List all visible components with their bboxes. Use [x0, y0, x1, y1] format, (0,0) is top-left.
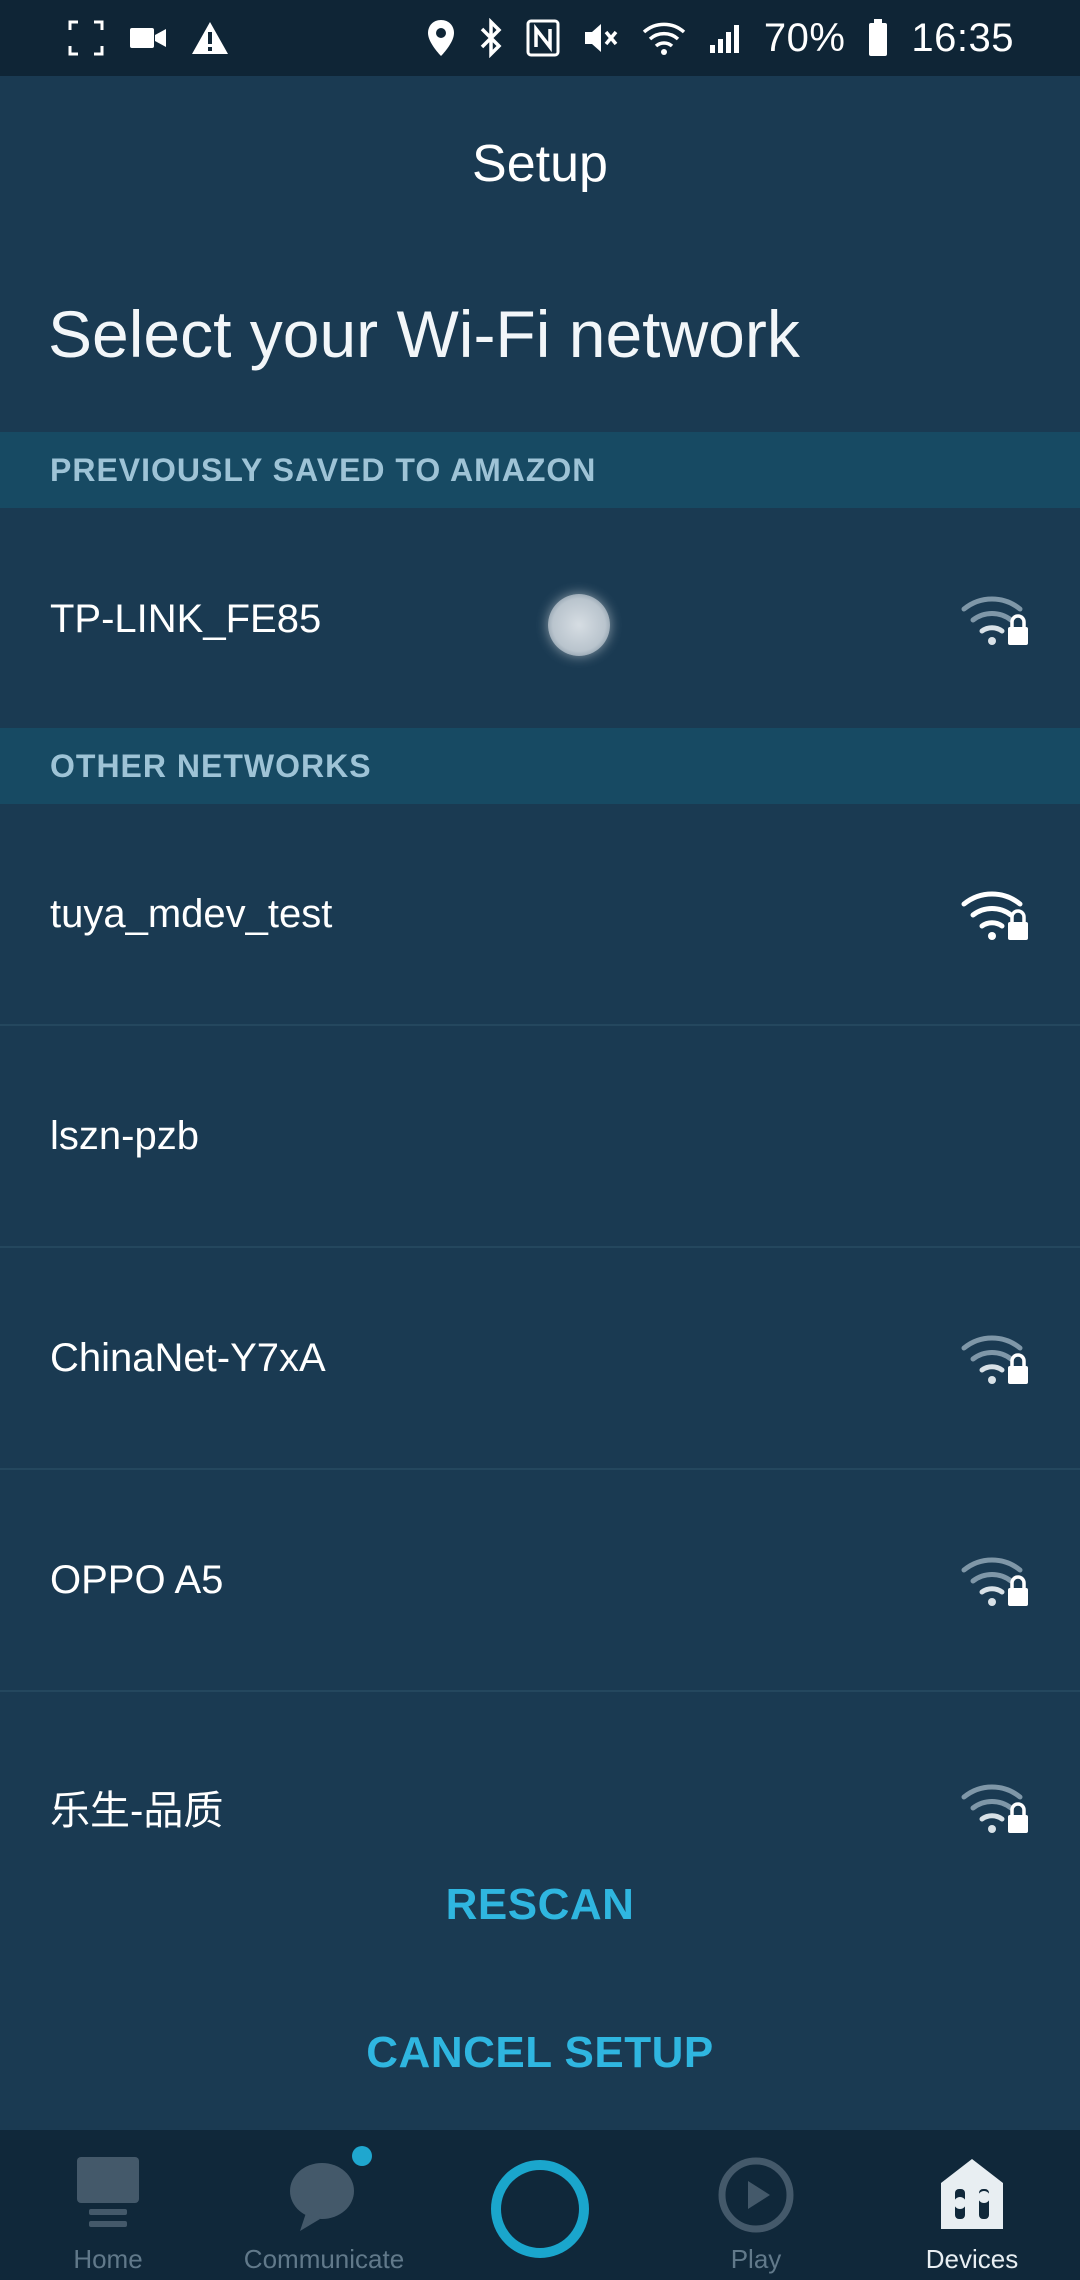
- network-name: TP-LINK_FE85: [50, 596, 322, 641]
- wifi-lock-icon: [961, 891, 1028, 940]
- header: Setup: [0, 76, 1080, 252]
- battery-icon: [867, 18, 889, 58]
- nav-label: Home: [73, 2244, 143, 2274]
- touch-indicator: [548, 594, 610, 656]
- bluetooth-icon: [478, 18, 504, 58]
- location-icon: [426, 18, 456, 58]
- section-header-other: OTHER NETWORKS: [0, 728, 1080, 804]
- wifi-icon: [642, 20, 686, 56]
- status-left: [66, 18, 230, 58]
- network-row-tp-link[interactable]: TP-LINK_FE85: [0, 508, 1080, 730]
- battery-percent: 70%: [763, 15, 846, 60]
- wifi-lock-icon: [961, 1784, 1028, 1833]
- nav-home[interactable]: Home: [8, 2150, 208, 2275]
- screenshot-icon: [66, 18, 106, 58]
- cancel-setup-button[interactable]: CANCEL SETUP: [0, 2028, 1080, 2078]
- network-name: OPPO A5: [50, 1557, 224, 1602]
- page-title: Setup: [472, 135, 608, 193]
- wifi-lock-icon: [961, 1335, 1028, 1384]
- section-header-saved: PREVIOUSLY SAVED TO AMAZON: [0, 432, 1080, 508]
- video-icon: [128, 23, 168, 53]
- network-name: lszn-pzb: [50, 1113, 199, 1158]
- rescan-button[interactable]: RESCAN: [0, 1880, 1080, 1930]
- wifi-prompt: Select your Wi-Fi network: [48, 297, 800, 371]
- play-icon: [718, 2150, 794, 2240]
- nav-label: Play: [730, 2244, 782, 2274]
- nav-communicate[interactable]: Communicate: [224, 2146, 424, 2275]
- wifi-lock-icon: [961, 596, 1028, 645]
- mute-icon: [582, 19, 620, 57]
- chat-icon: [286, 2150, 362, 2240]
- network-name: tuya_mdev_test: [50, 891, 333, 936]
- nav-label: Communicate: [243, 2244, 405, 2274]
- nav-play[interactable]: Play: [656, 2150, 856, 2275]
- nav-label: Devices: [925, 2244, 1019, 2274]
- clock: 16:35: [911, 15, 1014, 60]
- wifi-lock-icon: [961, 1557, 1028, 1606]
- network-row-lszn[interactable]: lszn-pzb: [0, 1026, 1080, 1248]
- devices-icon: [937, 2150, 1007, 2240]
- bottom-nav: Home Communicate Play Devices: [0, 2130, 1080, 2280]
- network-row-oppo[interactable]: OPPO A5: [0, 1470, 1080, 1692]
- home-icon: [73, 2150, 143, 2240]
- nfc-icon: [526, 19, 560, 57]
- status-right: 70% 16:35: [426, 16, 1014, 61]
- network-row-tuya[interactable]: tuya_mdev_test: [0, 804, 1080, 1026]
- nav-alexa[interactable]: [440, 2150, 640, 2258]
- signal-icon: [708, 21, 742, 55]
- network-name: 乐生-品质: [50, 1789, 224, 1833]
- status-bar: 70% 16:35: [0, 0, 1080, 76]
- nav-devices[interactable]: Devices: [872, 2150, 1072, 2275]
- alexa-icon: [491, 2160, 589, 2258]
- notification-dot: [352, 2146, 372, 2166]
- warning-icon: [190, 20, 230, 56]
- network-name: ChinaNet-Y7xA: [50, 1335, 326, 1380]
- network-row-chinanet[interactable]: ChinaNet-Y7xA: [0, 1248, 1080, 1470]
